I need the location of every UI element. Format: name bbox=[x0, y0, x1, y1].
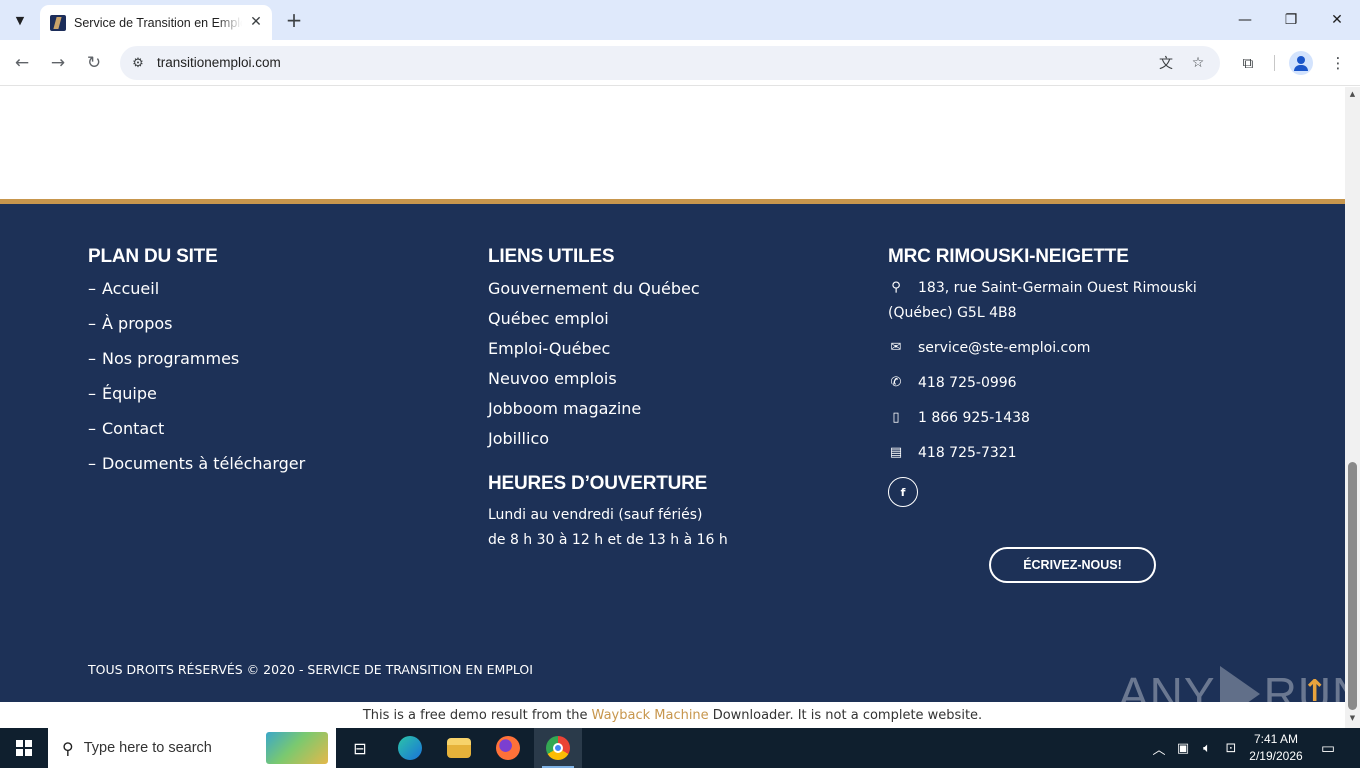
scroll-up-arrow-icon[interactable]: ▲ bbox=[1345, 87, 1360, 101]
toolbar-divider bbox=[1274, 55, 1275, 71]
envelope-icon: ✉ bbox=[890, 340, 902, 355]
footer-link-a-propos[interactable]: – À propos bbox=[88, 314, 172, 333]
play-icon bbox=[1219, 666, 1260, 702]
footer-link-contact[interactable]: – Contact bbox=[88, 419, 164, 438]
copyright-text: TOUS DROITS RÉSERVÉS © 2020 - SERVICE DE… bbox=[88, 662, 533, 677]
banner-suffix: Downloader. It is not a complete website… bbox=[712, 707, 983, 723]
url-text[interactable]: transitionemploi.com bbox=[157, 55, 281, 70]
meet-now-icon[interactable]: ▣ bbox=[1174, 728, 1192, 768]
useful-link-quebec-emploi[interactable]: Québec emploi bbox=[488, 309, 609, 328]
forward-button[interactable]: → bbox=[44, 49, 72, 77]
browser-tab-bar: ▼ Service de Transition en Emploi ✕ + — … bbox=[0, 0, 1360, 40]
tab-search-button[interactable]: ▼ bbox=[8, 8, 32, 32]
useful-link-neuvoo[interactable]: Neuvoo emplois bbox=[488, 369, 617, 388]
tab-title: Service de Transition en Emploi bbox=[74, 15, 242, 30]
map-marker-icon: ⚲ bbox=[891, 280, 901, 295]
wayback-demo-banner: This is a free demo result from the Wayb… bbox=[0, 702, 1345, 728]
toll-free-number[interactable]: 1 866 925-1438 bbox=[918, 410, 1030, 426]
address-bar[interactable]: ⚙ transitionemploi.com 文 ☆ bbox=[120, 46, 1220, 80]
useful-link-jobillico[interactable]: Jobillico bbox=[488, 429, 549, 448]
contact-title: MRC RIMOUSKI-NEIGETTE bbox=[888, 246, 1129, 267]
notifications-icon[interactable]: ▭ bbox=[1316, 728, 1340, 768]
site-info-icon[interactable]: ⚙ bbox=[128, 53, 148, 73]
scrollbar-thumb[interactable] bbox=[1348, 462, 1357, 710]
reload-button[interactable]: ↻ bbox=[80, 49, 108, 77]
minimize-button[interactable]: — bbox=[1222, 0, 1268, 40]
site-map-title: PLAN DU SITE bbox=[88, 246, 218, 267]
opening-hours-title: HEURES D’OUVERTURE bbox=[488, 473, 708, 494]
footer-link-programmes[interactable]: – Nos programmes bbox=[88, 349, 239, 368]
address-line-2: (Québec) G5L 4B8 bbox=[888, 305, 1017, 321]
browser-menu-icon[interactable]: ⋮ bbox=[1326, 51, 1350, 75]
site-favicon-icon bbox=[50, 14, 66, 31]
wayback-machine-link[interactable]: Wayback Machine bbox=[592, 708, 709, 723]
fax-number: 418 725-7321 bbox=[918, 445, 1017, 461]
profile-avatar-icon[interactable] bbox=[1289, 51, 1313, 75]
search-placeholder: Type here to search bbox=[83, 740, 212, 756]
close-window-button[interactable]: ✕ bbox=[1314, 0, 1360, 40]
clock-time: 7:41 AM bbox=[1253, 732, 1299, 746]
windows-taskbar: ⚲ Type here to search ⊟ ︿ ▣ 🔈︎ ⊡ 7:41 AM… bbox=[0, 728, 1360, 768]
opening-hours-times: de 8 h 30 à 12 h et de 13 h à 16 h bbox=[488, 532, 728, 548]
file-explorer-icon[interactable] bbox=[435, 728, 483, 768]
page-scrollbar[interactable]: ▲ ▼ bbox=[1345, 87, 1360, 728]
browser-toolbar: ← → ↻ ⚙ transitionemploi.com 文 ☆ ⧉ ⋮ bbox=[0, 40, 1360, 86]
extensions-icon[interactable]: ⧉ bbox=[1236, 51, 1260, 75]
email-link[interactable]: service@ste-emploi.com bbox=[918, 340, 1090, 356]
phone-icon: ✆ bbox=[890, 375, 902, 390]
windows-logo-icon bbox=[16, 740, 32, 756]
close-tab-icon[interactable]: ✕ bbox=[248, 14, 264, 30]
facebook-icon[interactable]: f bbox=[888, 477, 918, 507]
back-button[interactable]: ← bbox=[8, 49, 36, 77]
volume-icon[interactable]: 🔈︎ bbox=[1197, 728, 1217, 768]
edge-icon[interactable] bbox=[386, 728, 434, 768]
write-us-button[interactable]: ÉCRIVEZ-NOUS! bbox=[989, 547, 1156, 583]
taskbar-search-box[interactable]: ⚲ Type here to search bbox=[48, 728, 336, 768]
scroll-down-arrow-icon[interactable]: ▼ bbox=[1345, 711, 1360, 725]
phone-number[interactable]: 418 725-0996 bbox=[918, 375, 1017, 391]
useful-link-emploi-quebec[interactable]: Emploi-Québec bbox=[488, 339, 610, 358]
mobile-phone-icon: ▯ bbox=[892, 410, 900, 425]
footer-link-accueil[interactable]: – Accueil bbox=[88, 279, 159, 298]
firefox-icon[interactable] bbox=[484, 728, 532, 768]
network-icon[interactable]: ⊡ bbox=[1221, 728, 1241, 768]
useful-links-title: LIENS UTILES bbox=[488, 246, 615, 267]
useful-link-gouvernement[interactable]: Gouvernement du Québec bbox=[488, 279, 700, 298]
restore-button[interactable]: ❐ bbox=[1268, 0, 1314, 40]
clock-date: 2/19/2026 bbox=[1249, 749, 1303, 763]
fax-icon: ▤ bbox=[889, 445, 903, 460]
bookmark-star-icon[interactable]: ☆ bbox=[1188, 53, 1208, 73]
translate-icon[interactable]: 文 bbox=[1156, 53, 1176, 73]
search-highlight-image bbox=[266, 732, 328, 764]
opening-hours-days: Lundi au vendredi (sauf fériés) bbox=[488, 507, 703, 523]
start-button[interactable] bbox=[0, 728, 48, 768]
show-hidden-icons-chevron-icon[interactable]: ︿ bbox=[1150, 728, 1168, 768]
system-clock[interactable]: 7:41 AM 2/19/2026 bbox=[1246, 731, 1306, 765]
page-viewport: PLAN DU SITE – Accueil – À propos – Nos pro… bbox=[0, 87, 1345, 702]
search-icon: ⚲ bbox=[62, 738, 74, 758]
banner-prefix: This is a free demo result from the bbox=[362, 707, 588, 723]
new-tab-button[interactable]: + bbox=[282, 8, 306, 32]
task-view-icon[interactable]: ⊟ bbox=[336, 728, 384, 768]
browser-tab[interactable]: Service de Transition en Emploi ✕ bbox=[40, 5, 272, 40]
chrome-icon[interactable] bbox=[534, 728, 582, 768]
site-footer: PLAN DU SITE – Accueil – À propos – Nos pro… bbox=[0, 204, 1345, 702]
footer-link-documents[interactable]: – Documents à télécharger bbox=[88, 454, 305, 473]
useful-link-jobboom[interactable]: Jobboom magazine bbox=[488, 399, 641, 418]
footer-link-equipe[interactable]: – Équipe bbox=[88, 384, 157, 403]
address-line-1: 183, rue Saint-Germain Ouest Rimouski bbox=[918, 280, 1197, 296]
